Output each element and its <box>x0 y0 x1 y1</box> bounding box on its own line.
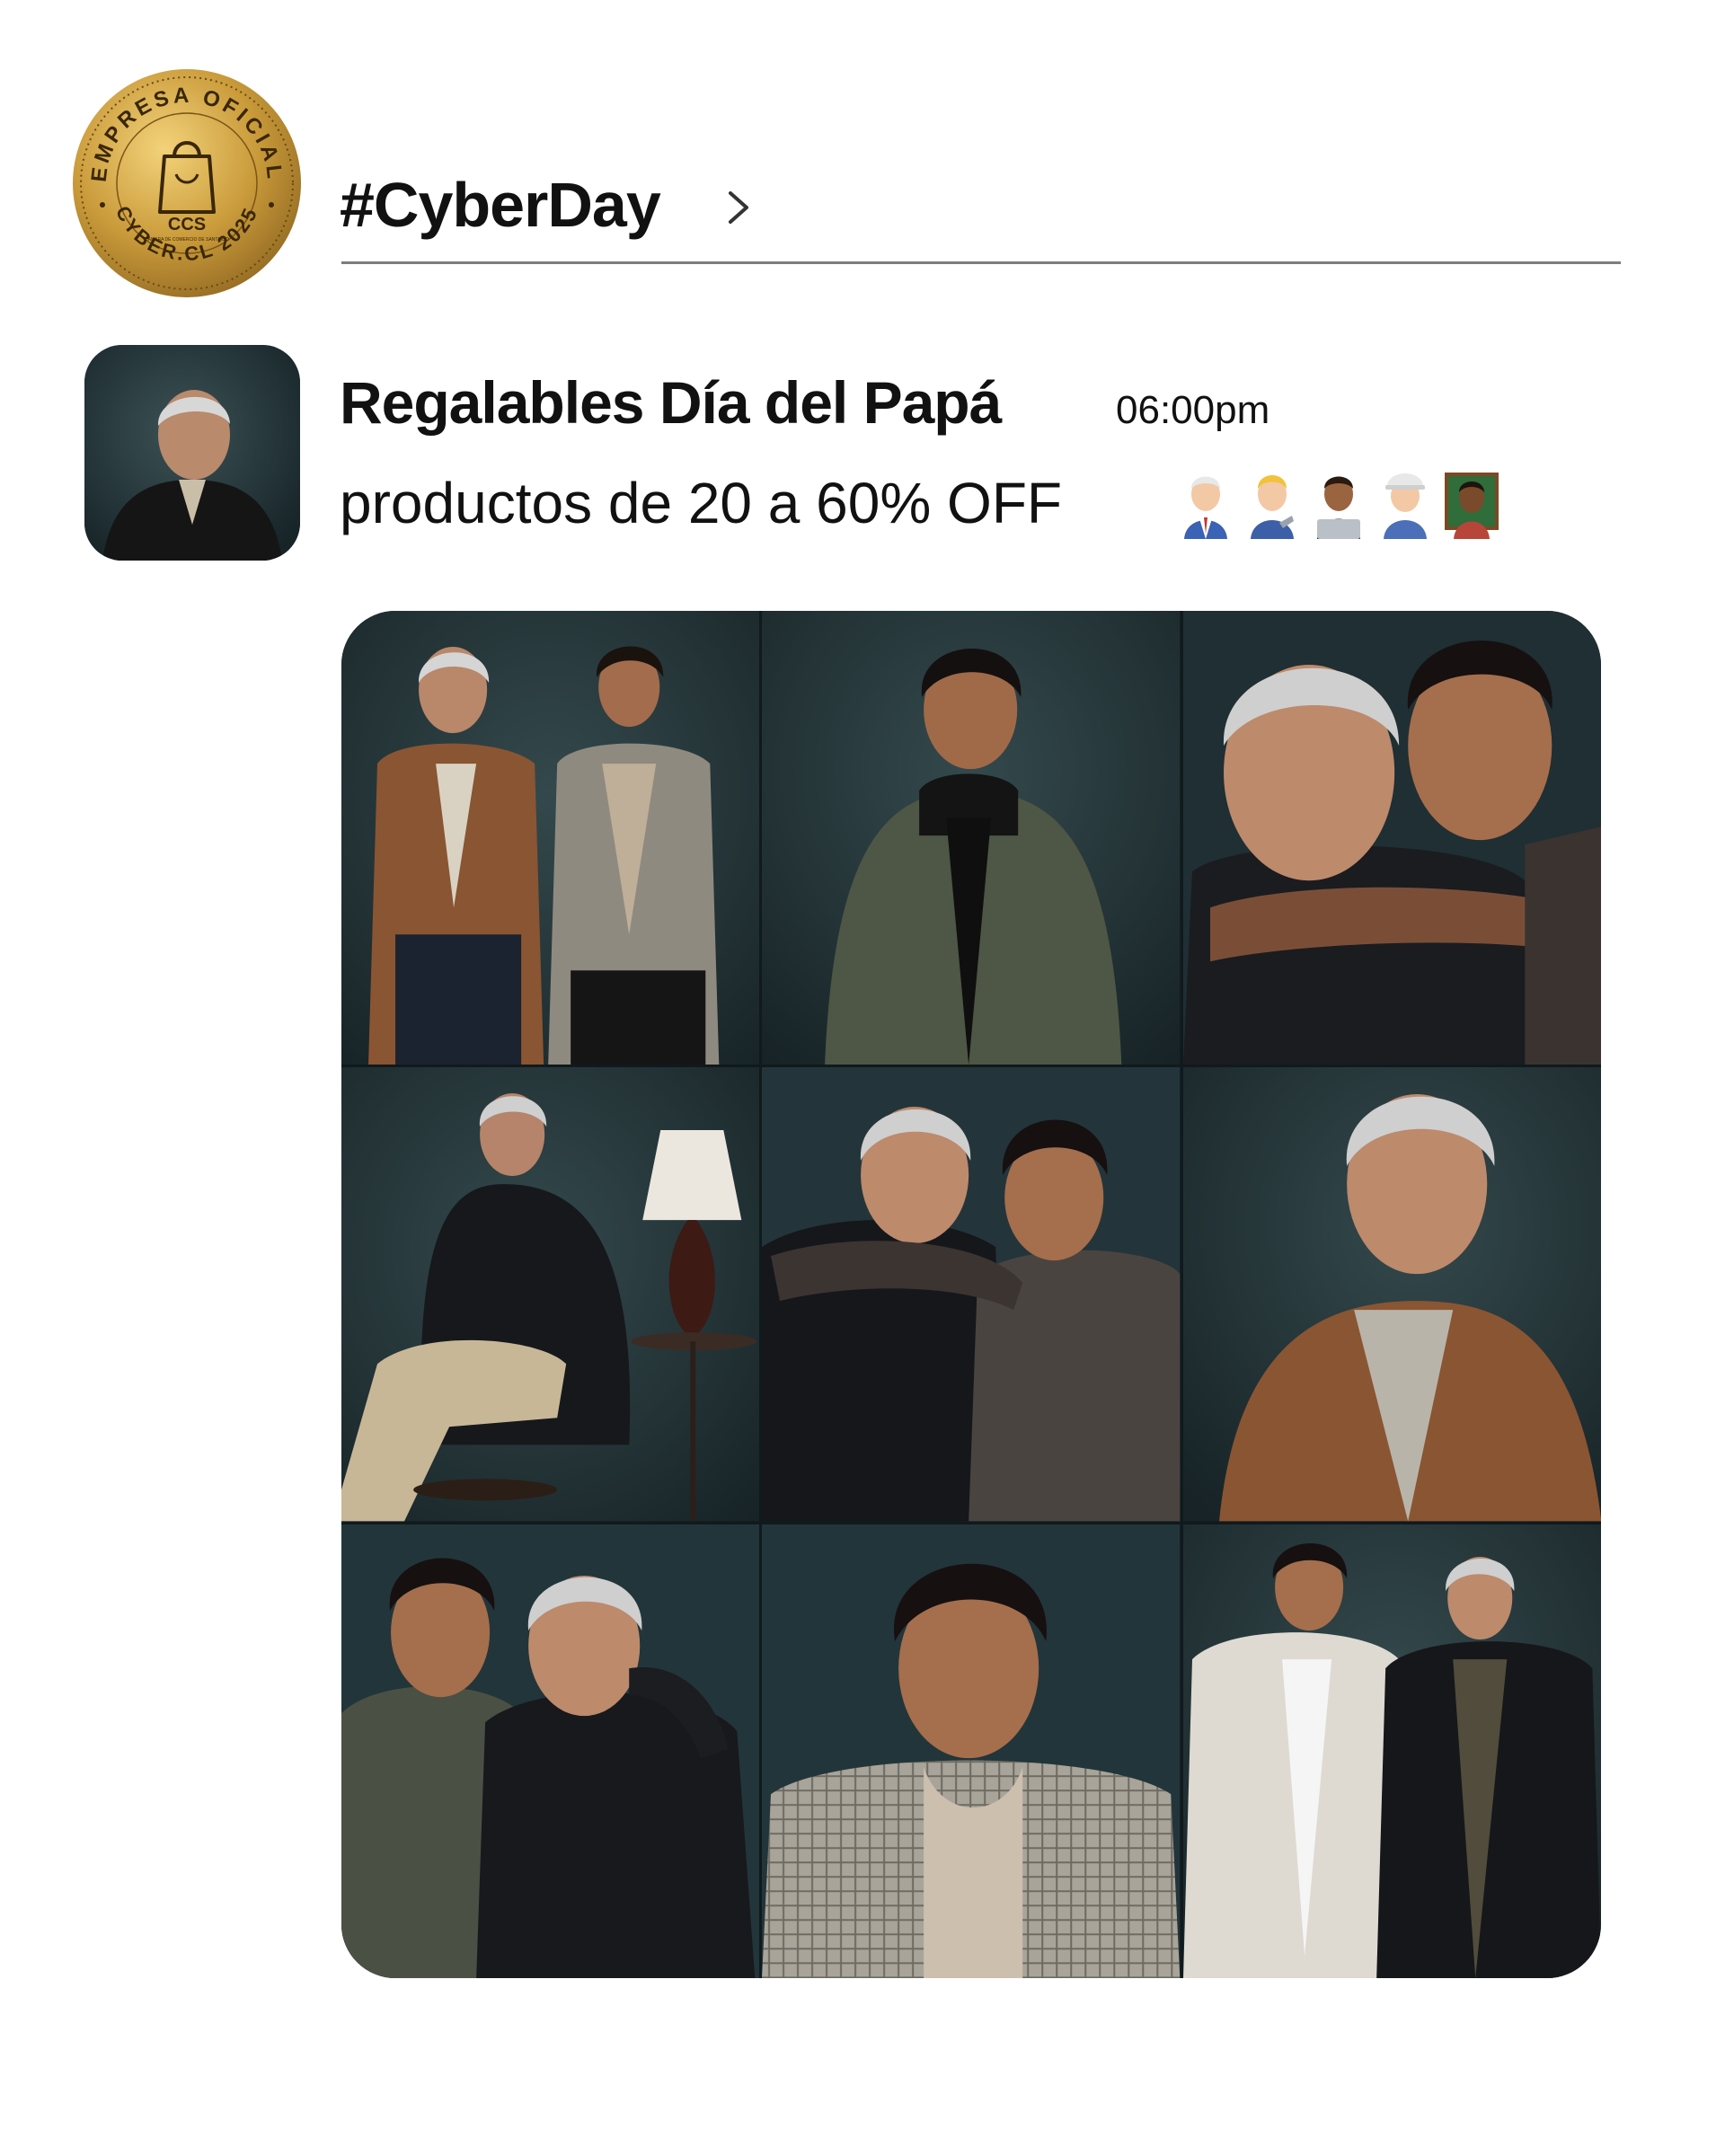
post-title: Regalables Día del Papá <box>340 369 1002 436</box>
photo-father-seated-lamp[interactable] <box>341 1067 760 1522</box>
seal-emblem: CCS <box>168 215 206 234</box>
chevron-right-icon[interactable] <box>723 182 756 233</box>
seal-small-text: CÁMARA DE COMERCIO DE SANTIAGO <box>145 236 229 243</box>
post-time: 06:00pm <box>1116 388 1270 432</box>
photo-father-brown-jacket[interactable] <box>1182 1067 1601 1522</box>
photo-son-father-standing[interactable] <box>1182 1524 1601 1978</box>
photo-grid <box>341 611 1601 1978</box>
emoji-row <box>1179 460 1499 541</box>
photo-son-father-smiling[interactable] <box>341 1524 760 1978</box>
photo-father-son-jackets[interactable] <box>341 611 760 1065</box>
header-divider <box>341 261 1621 264</box>
man-mechanic-icon <box>1251 475 1294 539</box>
man-teacher-icon <box>1445 473 1499 539</box>
photo-father-son-closeup[interactable] <box>1182 611 1601 1065</box>
man-technologist-icon <box>1317 476 1360 539</box>
official-company-seal: EMPRESA OFICIAL CYBER.CL 2025 CCS CÁMARA… <box>70 66 304 300</box>
man-office-worker-icon <box>1184 476 1227 539</box>
man-factory-worker-icon <box>1384 473 1427 539</box>
photo-son-plaid-shirt[interactable] <box>762 1524 1181 1978</box>
avatar[interactable] <box>84 345 300 561</box>
photo-father-son-embrace[interactable] <box>762 1067 1181 1522</box>
post-subtitle: productos de 20 a 60% OFF <box>340 471 1062 535</box>
hashtag-title[interactable]: #CyberDay <box>340 169 661 241</box>
photo-son-green-jacket[interactable] <box>762 611 1181 1065</box>
